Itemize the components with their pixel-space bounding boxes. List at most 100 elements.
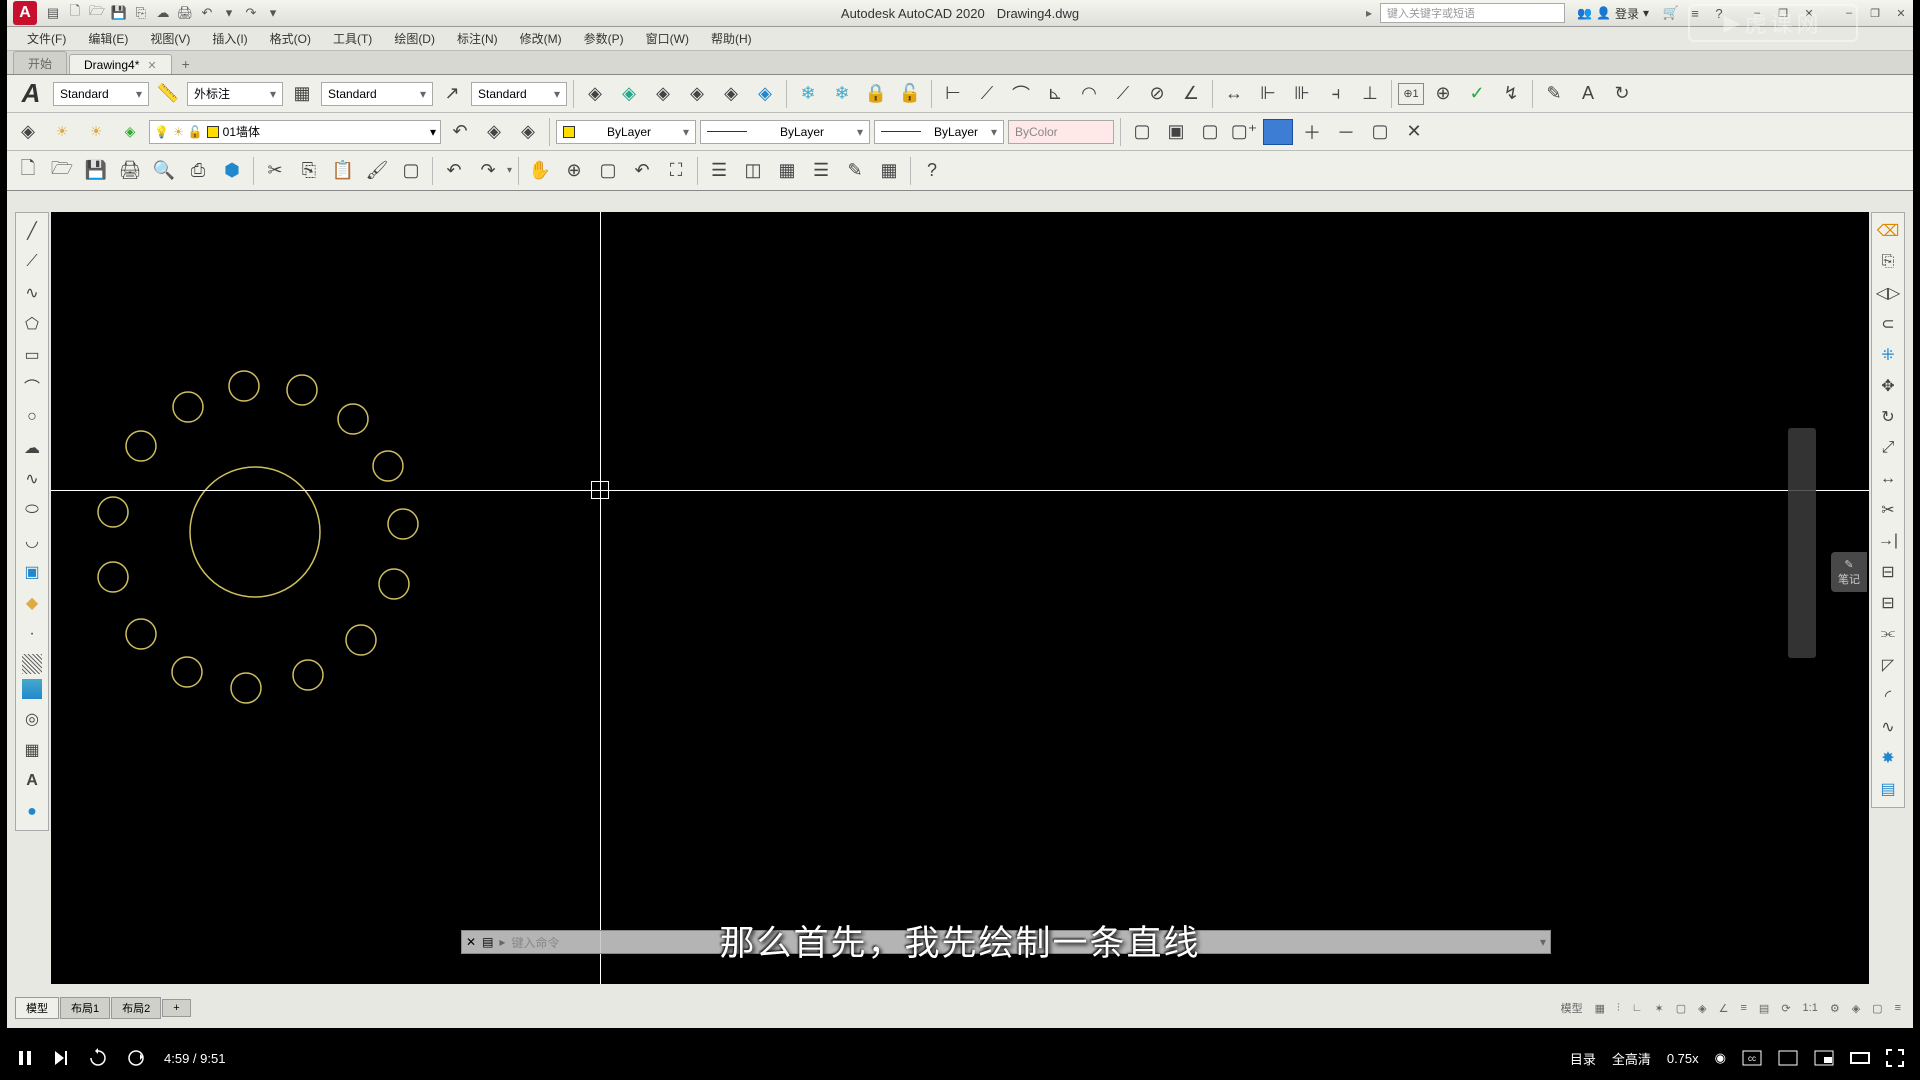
dim-ordinate-icon[interactable]: ⊾ <box>1040 79 1070 109</box>
mleaderstyle-icon[interactable]: ↗ <box>437 79 467 109</box>
freeze1-icon[interactable]: ❄ <box>793 79 823 109</box>
cmd-recent-icon[interactable]: ▤ <box>482 935 493 949</box>
qat-cloud-icon[interactable]: ☁ <box>153 3 173 23</box>
fullscreen-icon[interactable] <box>1886 1049 1904 1067</box>
zoom-ext-icon[interactable]: ⛶ <box>661 156 691 186</box>
layer-dropdown[interactable]: 💡☀🔓 01墙体 ▾ <box>149 120 441 144</box>
linetype-dropdown[interactable]: ByLayer <box>700 120 870 144</box>
sun2-icon[interactable]: ☀ <box>81 117 111 147</box>
rectangle-icon[interactable]: ▭ <box>17 340 47 370</box>
menu-view[interactable]: 视图(V) <box>140 27 200 50</box>
copy2-icon[interactable]: ⎘ <box>294 156 324 186</box>
speed-button[interactable]: 0.75x <box>1667 1051 1699 1066</box>
dim-continue-icon[interactable]: ⊪ <box>1287 79 1317 109</box>
array-icon[interactable]: ⁜ <box>1873 340 1903 370</box>
dim-angular-icon[interactable]: ∠ <box>1176 79 1206 109</box>
maximize-button[interactable]: ❐ <box>1771 4 1795 22</box>
dim-jogged-icon[interactable]: ⟋ <box>1108 79 1138 109</box>
menu-draw[interactable]: 绘图(D) <box>384 27 445 50</box>
help-icon[interactable]: ? <box>1709 3 1729 23</box>
layer6-icon[interactable]: ◈ <box>750 79 780 109</box>
mtext-icon[interactable]: A <box>17 766 47 796</box>
fillet-icon[interactable]: ◜ <box>1873 681 1903 711</box>
status-3dosnap-icon[interactable]: ◈ <box>1694 1000 1710 1017</box>
spline-icon[interactable]: ∿ <box>17 464 47 494</box>
chamfer-icon[interactable]: ◸ <box>1873 650 1903 680</box>
tablestyle-icon[interactable]: ▦ <box>287 79 317 109</box>
pip-icon[interactable] <box>1814 1050 1834 1066</box>
arc-icon[interactable]: ⌒ <box>17 371 47 401</box>
menu-file[interactable]: 文件(F) <box>17 27 76 50</box>
paste-icon[interactable]: 📋 <box>328 156 358 186</box>
explode-icon[interactable]: ✸ <box>1873 743 1903 773</box>
qat-new-icon[interactable]: 🗋 <box>65 3 85 23</box>
block-create-icon[interactable]: ◆ <box>17 588 47 618</box>
help2-icon[interactable]: ? <box>917 156 947 186</box>
designcenter-icon[interactable]: ◫ <box>738 156 768 186</box>
mleaderstyle-dropdown[interactable]: Standard <box>471 82 567 106</box>
next-button[interactable] <box>52 1049 70 1067</box>
status-cycle-icon[interactable]: ⟳ <box>1777 1000 1794 1017</box>
offset-icon[interactable]: ⊂ <box>1873 309 1903 339</box>
sun-icon[interactable]: ☀ <box>47 117 77 147</box>
save2-icon[interactable]: 💾 <box>81 156 111 186</box>
status-ortho-icon[interactable]: ∟ <box>1628 1000 1647 1016</box>
text-style-icon[interactable]: A <box>13 78 49 110</box>
qat-grid-icon[interactable]: ▤ <box>43 3 63 23</box>
layermatch-icon[interactable]: ◈ <box>479 117 509 147</box>
captions-icon[interactable]: cc <box>1742 1050 1762 1066</box>
extend-icon[interactable]: →| <box>1873 526 1903 556</box>
trim-icon[interactable]: ✂ <box>1873 495 1903 525</box>
tab-add-layout[interactable]: + <box>162 999 190 1017</box>
status-model[interactable]: 模型 <box>1557 998 1587 1018</box>
tab-layout1[interactable]: 布局1 <box>60 997 110 1019</box>
tab-drawing4[interactable]: Drawing4*✕ <box>69 54 172 74</box>
minimize-button[interactable]: – <box>1745 4 1769 22</box>
dim-update-icon[interactable]: ↻ <box>1607 79 1637 109</box>
xline-icon[interactable]: ⟋ <box>17 247 47 277</box>
qnew-icon[interactable]: 🗋 <box>13 156 43 186</box>
layerstate-icon[interactable]: ◈ <box>115 117 145 147</box>
status-gear-icon[interactable]: ⚙ <box>1826 1000 1844 1017</box>
dim-space-icon[interactable]: ⫞ <box>1321 79 1351 109</box>
drawing-canvas[interactable]: ✕ ▤ ▸ 键入命令 ▾ 那么首先，我先绘制一条直线 <box>51 212 1869 984</box>
nav-bar[interactable] <box>1788 428 1816 658</box>
menu-tools[interactable]: 工具(T) <box>323 27 382 50</box>
status-custom-icon[interactable]: ≡ <box>1891 1000 1905 1016</box>
zoom-rt-icon[interactable]: ⊕ <box>559 156 589 186</box>
block-edit2-icon[interactable]: ▢ <box>396 156 426 186</box>
qat-redo-icon[interactable]: ↷ <box>241 3 261 23</box>
lineweight-dropdown[interactable]: ByLayer <box>874 120 1004 144</box>
insert-icon[interactable]: ▣ <box>17 557 47 587</box>
menu-dimension[interactable]: 标注(N) <box>447 27 508 50</box>
layerprops-icon[interactable]: ◈ <box>13 117 43 147</box>
freeze2-icon[interactable]: ❄ <box>827 79 857 109</box>
layer1-icon[interactable]: ◈ <box>580 79 610 109</box>
table-icon[interactable]: ▦ <box>17 735 47 765</box>
dimstyle-icon[interactable]: 📏 <box>153 79 183 109</box>
gradient-icon[interactable] <box>22 679 42 699</box>
center-icon[interactable]: ⊕ <box>1428 79 1458 109</box>
dim-diameter-icon[interactable]: ⊘ <box>1142 79 1172 109</box>
menu-insert[interactable]: 插入(I) <box>202 27 257 50</box>
tab-layout2[interactable]: 布局2 <box>111 997 161 1019</box>
qat-redo-dd-icon[interactable]: ▾ <box>263 3 283 23</box>
qat-undo-dd-icon[interactable]: ▾ <box>219 3 239 23</box>
addselect-icon[interactable]: ● <box>17 797 47 827</box>
note-handle[interactable]: ✎笔记 <box>1831 552 1867 592</box>
3d-icon[interactable]: ⬢ <box>217 156 247 186</box>
doc-maximize-button[interactable]: ❐ <box>1863 4 1887 22</box>
block-attr-icon[interactable]: ▢⁺ <box>1229 117 1259 147</box>
menu-format[interactable]: 格式(O) <box>260 27 321 50</box>
mirror-icon[interactable]: ◁▷ <box>1873 278 1903 308</box>
ellipse-icon[interactable]: ⬭ <box>17 495 47 525</box>
hatch-icon[interactable] <box>22 654 42 674</box>
redo2-icon[interactable]: ↷ <box>473 156 503 186</box>
dim-radius-icon[interactable]: ◠ <box>1074 79 1104 109</box>
region-icon[interactable]: ◎ <box>17 704 47 734</box>
dim-linear-icon[interactable]: ⊢ <box>938 79 968 109</box>
status-clean-icon[interactable]: ▢ <box>1868 1000 1886 1017</box>
circle-icon[interactable]: ○ <box>17 402 47 432</box>
break2-icon[interactable]: ⊟ <box>1873 588 1903 618</box>
block-editor-icon[interactable] <box>1263 119 1293 145</box>
